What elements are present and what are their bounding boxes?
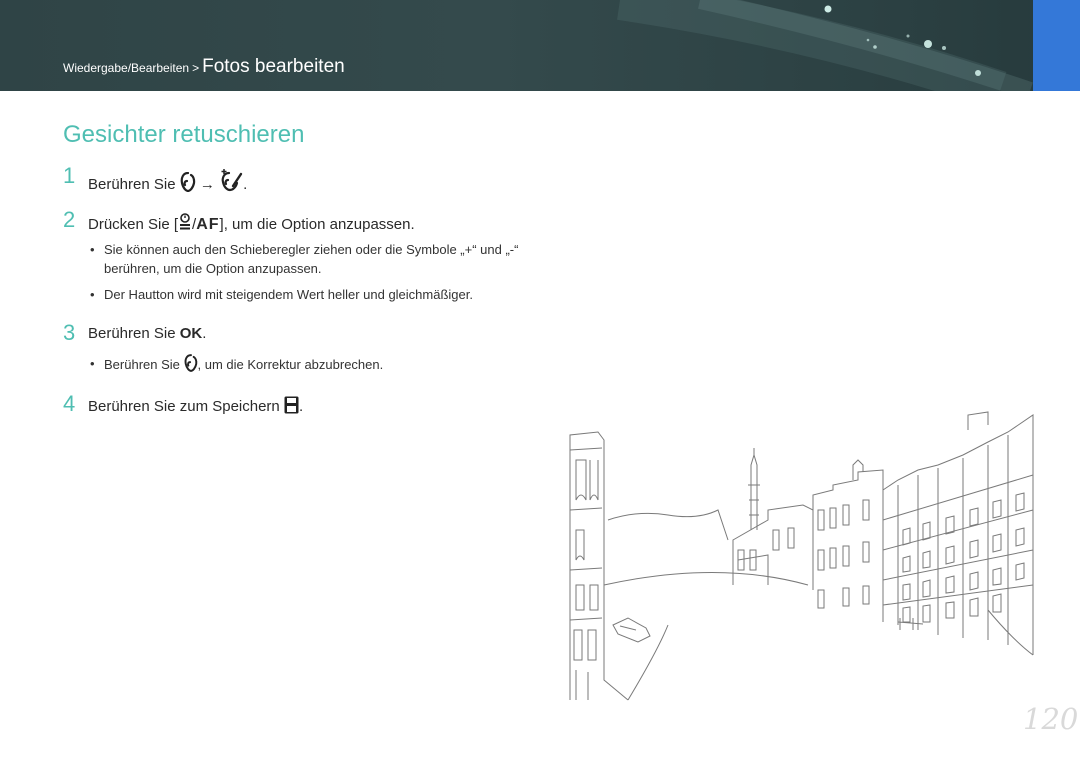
step-number: 1 [63,163,76,188]
step-text-before: Drücken Sie [ [88,216,179,233]
step-text: Berühren Sie OK. [88,325,206,343]
venice-canal-illustration [569,411,1034,701]
bullet-dot: • [90,287,95,302]
step-text-after: . [202,325,207,342]
page-header: Wiedergabe/Bearbeiten > Fotos bearbeiten [0,0,1080,91]
chapter-tab [1033,0,1080,91]
breadcrumb-separator: > [192,61,200,75]
step-text-before: Berühren Sie zum Speichern [88,398,280,415]
step-text-before: Berühren Sie [88,176,176,193]
step-text-after: ], um die Option anzupassen. [219,216,415,233]
step-text-after: . [298,398,304,415]
breadcrumb-current: Fotos bearbeiten [202,56,345,77]
face-retouch-icon [219,168,243,197]
step-number: 2 [63,207,76,232]
step-text: Drücken Sie [ /AF], um die Option anzupa… [88,212,415,237]
bullet-item: • Sie können auch den Schieberegler zieh… [90,240,522,278]
bullet-dot: • [90,242,95,257]
step-text-before: Berühren Sie [88,325,176,342]
step-number: 3 [63,320,76,345]
step-arrow: → [199,176,215,193]
bullet-text-before: Berühren Sie [104,357,180,372]
page-number: 120 [1023,702,1079,736]
breadcrumb-parent: Wiedergabe/Bearbeiten [63,61,190,75]
bullet-text: Berühren Sie , um die Korrektur abzubrec… [92,354,522,377]
bullet-text-after: , um die Korrektur abzubrechen. [197,357,384,372]
step-text: Berühren Sie zum Speichern . [88,396,303,419]
bullet-text: Der Hautton wird mit steigendem Wert hel… [104,287,473,302]
af-icon: AF [196,216,220,233]
step-text: Berühren Sie → . [88,168,247,197]
timer-icon [178,212,192,237]
face-icon [184,354,198,377]
bullet-text: Sie können auch den Schieberegler ziehen… [104,242,519,276]
ok-label: OK [179,325,203,342]
breadcrumb: Wiedergabe/Bearbeiten > Fotos bearbeiten [63,56,345,78]
step-text-after: . [243,176,248,193]
bullet-item: • Berühren Sie , um die Korrektur abzubr… [90,354,522,377]
bullet-item: • Der Hautton wird mit steigendem Wert h… [90,285,522,304]
bullet-dot: • [90,356,95,371]
save-icon [284,396,299,419]
step-number: 4 [63,391,76,416]
face-icon [180,171,196,197]
section-title: Gesichter retuschieren [63,121,305,148]
